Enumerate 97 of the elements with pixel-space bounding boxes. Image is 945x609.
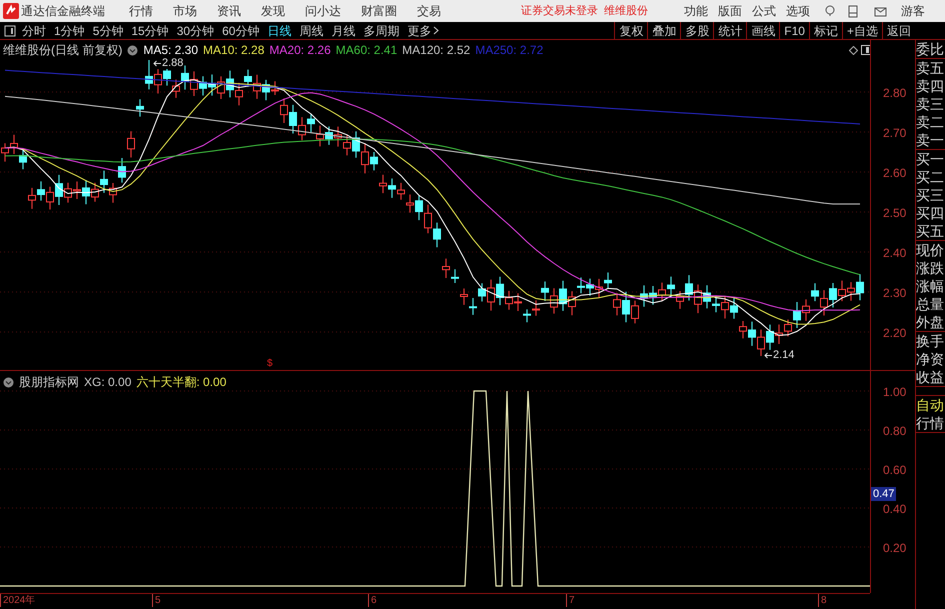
- date-axis-label: 6: [368, 594, 377, 607]
- price-axis-label: 2.60: [883, 165, 906, 182]
- toolbar-button[interactable]: 复权: [614, 22, 648, 39]
- panel-toggle-icon[interactable]: [4, 24, 16, 36]
- period-tab[interactable]: 日线: [267, 22, 292, 40]
- chart-title: 维维股份(日线 前复权): [3, 42, 122, 59]
- quote-tab[interactable]: 卖一: [916, 131, 945, 149]
- toolbar-button[interactable]: 标记: [808, 22, 842, 39]
- arrow-left-icon: [153, 60, 161, 66]
- indicator-name: 股朋指标网: [19, 374, 79, 391]
- stock-name[interactable]: 维维股份: [604, 2, 648, 20]
- date-axis-label: 5: [152, 594, 161, 607]
- menu-item[interactable]: 问小达: [305, 2, 341, 20]
- user-name[interactable]: 游客: [901, 2, 925, 20]
- price-axis-label: 2.40: [883, 245, 906, 262]
- quote-tab[interactable]: 现价: [916, 241, 945, 259]
- toolbar-button[interactable]: +自选: [842, 22, 882, 39]
- ma-value: MA10: 2.28: [203, 42, 264, 59]
- indicator-axis-label: 1.00: [883, 384, 906, 401]
- menu-item[interactable]: 功能: [684, 2, 708, 20]
- price-axis-label: 2.50: [883, 205, 906, 222]
- period-tab[interactable]: 60分钟: [222, 22, 260, 40]
- quote-tab[interactable]: 卖四: [916, 77, 945, 95]
- period-tab[interactable]: 5分钟: [92, 22, 124, 40]
- menu-item[interactable]: 版面: [718, 2, 742, 20]
- menu-item[interactable]: 发现: [261, 2, 285, 20]
- toolbar-button[interactable]: 多股: [680, 22, 714, 39]
- high-price-label: 2.88: [162, 57, 184, 69]
- mode-tab[interactable]: 自动: [916, 396, 945, 414]
- quote-tab[interactable]: 买四: [916, 204, 945, 222]
- login-status: 证券交易未登录: [521, 4, 598, 19]
- menu-item[interactable]: 选项: [786, 2, 810, 20]
- quote-tab[interactable]: 总量: [916, 295, 945, 313]
- chevron-right-icon: [433, 26, 440, 35]
- indicator-axis-label: 0.20: [883, 540, 906, 557]
- period-tab[interactable]: 周线: [299, 22, 324, 40]
- period-tab[interactable]: 多周期: [363, 22, 400, 40]
- toolbar-button[interactable]: 统计: [713, 22, 746, 39]
- ma-value: MA5: 2.30: [143, 42, 198, 58]
- menu-item[interactable]: 财富圈: [361, 2, 397, 20]
- quote-tab[interactable]: 外盘: [916, 313, 945, 331]
- period-tab[interactable]: 15分钟: [131, 22, 169, 40]
- quote-tab[interactable]: 卖五: [916, 59, 945, 77]
- menu-item[interactable]: 公式: [752, 2, 776, 20]
- indicator-value: 六十天半翻: 0.00: [136, 374, 226, 391]
- price-axis-label: 2.70: [883, 125, 906, 142]
- price-axis-label: 2.30: [883, 285, 906, 302]
- indicator-axis-label: 0.60: [883, 462, 906, 479]
- quote-tab[interactable]: 买三: [916, 186, 945, 204]
- menu-item[interactable]: 交易: [417, 2, 441, 20]
- chevron-down-icon[interactable]: [127, 44, 138, 56]
- diamond-icon[interactable]: [849, 46, 858, 55]
- quote-tab[interactable]: 收益: [916, 368, 945, 386]
- period-tab[interactable]: 30分钟: [176, 22, 214, 40]
- ma-value: MA250: 2.72: [475, 42, 544, 59]
- quote-tab[interactable]: 委比: [916, 40, 945, 58]
- toolbar-button[interactable]: 叠加: [647, 22, 680, 39]
- quote-tab[interactable]: 买二: [916, 168, 945, 186]
- menu-item[interactable]: 行情: [129, 2, 153, 20]
- app-logo-icon: [3, 3, 19, 19]
- period-tab[interactable]: 月线: [331, 22, 356, 40]
- low-price-label: 2.14: [773, 349, 794, 361]
- ma-value: MA60: 2.41: [336, 42, 398, 59]
- quote-tab[interactable]: 卖二: [916, 113, 945, 131]
- quote-tab[interactable]: 涨幅: [916, 277, 945, 295]
- period-tab[interactable]: 分时: [22, 22, 46, 40]
- quote-tab[interactable]: 买五: [916, 222, 945, 240]
- chevron-down-icon[interactable]: [3, 376, 14, 388]
- date-axis-label: 7: [566, 594, 575, 607]
- quote-tab[interactable]: 换手: [916, 332, 945, 350]
- price-axis-label: 2.80: [883, 85, 906, 102]
- current-value-badge: 0.47: [871, 487, 896, 501]
- menu-item[interactable]: 资讯: [217, 2, 241, 20]
- period-tab[interactable]: 1分钟: [54, 22, 85, 40]
- panel-toggle-icon[interactable]: [861, 45, 871, 55]
- quote-tab[interactable]: 买一: [916, 150, 945, 168]
- arrow-left-icon: [764, 352, 772, 358]
- date-axis-label: 8: [818, 594, 827, 607]
- app-title: 通达信金融终端: [21, 3, 105, 20]
- quote-tab[interactable]: 涨跌: [916, 259, 945, 277]
- date-axis-label: 2024年: [0, 594, 36, 607]
- ma-value: MA120: 2.52: [402, 42, 470, 59]
- toolbar-button[interactable]: 画线: [746, 22, 780, 39]
- indicator-axis-label: 0.40: [883, 501, 906, 518]
- price-axis-label: 2.20: [883, 325, 906, 342]
- event-marker: $: [267, 357, 273, 371]
- quote-tab[interactable]: 卖三: [916, 95, 945, 113]
- toolbar-button[interactable]: F10: [779, 22, 809, 39]
- mail-icon[interactable]: [874, 6, 887, 16]
- toolbar-button[interactable]: 返回: [882, 22, 915, 39]
- indicator-value: XG: 0.00: [84, 374, 132, 391]
- mode-tab[interactable]: 行情: [916, 414, 945, 432]
- ma-value: MA20: 2.26: [269, 42, 331, 59]
- more-dropdown[interactable]: 更多: [407, 22, 440, 40]
- menu-item[interactable]: 市场: [173, 2, 197, 20]
- indicator-axis-label: 0.80: [883, 423, 906, 440]
- quote-tab[interactable]: 净资: [916, 350, 945, 368]
